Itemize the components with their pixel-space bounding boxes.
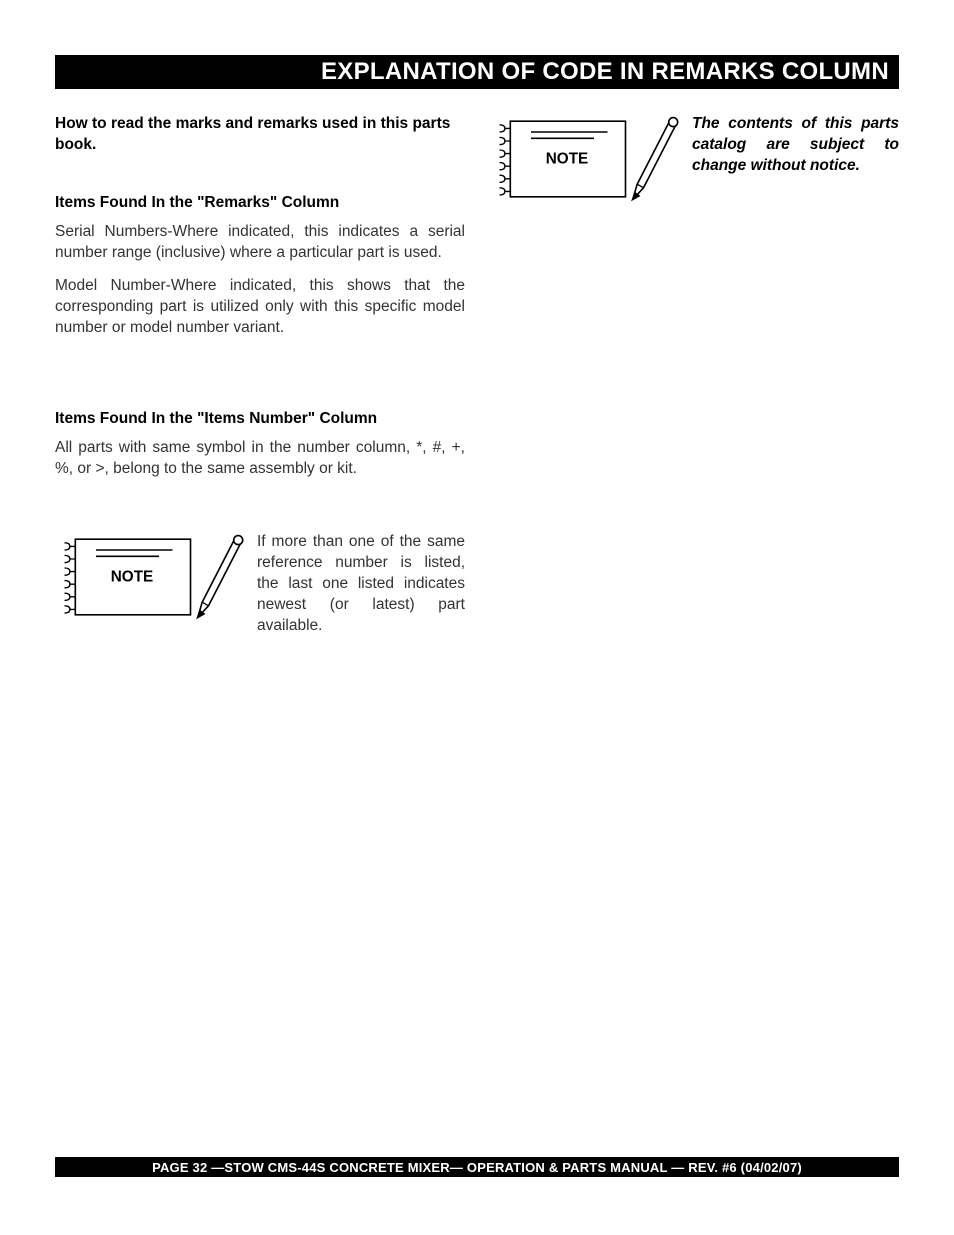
- intro-text: How to read the marks and remarks used i…: [55, 114, 465, 156]
- section1-p1: Serial Numbers-Where indicated, this ind…: [55, 222, 465, 264]
- note-label-2: NOTE: [546, 151, 588, 168]
- left-column: How to read the marks and remarks used i…: [55, 114, 465, 657]
- note-icon-box-1: NOTE: [55, 532, 245, 627]
- note-label-1: NOTE: [111, 569, 153, 586]
- page-title: EXPLANATION OF CODE IN REMARKS COLUMN: [321, 58, 889, 86]
- page-title-bar: EXPLANATION OF CODE IN REMARKS COLUMN: [55, 55, 899, 89]
- section2-heading: Items Found In the "Items Number" Column: [55, 410, 465, 428]
- section1-p2: Model Number-Where indicated, this shows…: [55, 276, 465, 339]
- right-column: NOTE The contents of this parts catalog …: [490, 114, 899, 657]
- footer-bar: PAGE 32 —STOW CMS-44S CONCRETE MIXER— OP…: [55, 1157, 899, 1177]
- section1-heading: Items Found In the "Remarks" Column: [55, 194, 465, 212]
- note-block-1: NOTE If more than one of the same refere…: [55, 532, 465, 637]
- notepad-pencil-icon: NOTE: [490, 114, 680, 204]
- note-block-2: NOTE The contents of this parts catalog …: [490, 114, 899, 209]
- content-columns: How to read the marks and remarks used i…: [55, 114, 899, 657]
- note1-text: If more than one of the same reference n…: [257, 532, 465, 637]
- section2-p1: All parts with same symbol in the number…: [55, 438, 465, 480]
- note2-text: The contents of this parts catalog are s…: [692, 114, 899, 177]
- footer-text: PAGE 32 —STOW CMS-44S CONCRETE MIXER— OP…: [152, 1160, 802, 1175]
- note-icon-box-2: NOTE: [490, 114, 680, 209]
- notepad-pencil-icon: NOTE: [55, 532, 245, 622]
